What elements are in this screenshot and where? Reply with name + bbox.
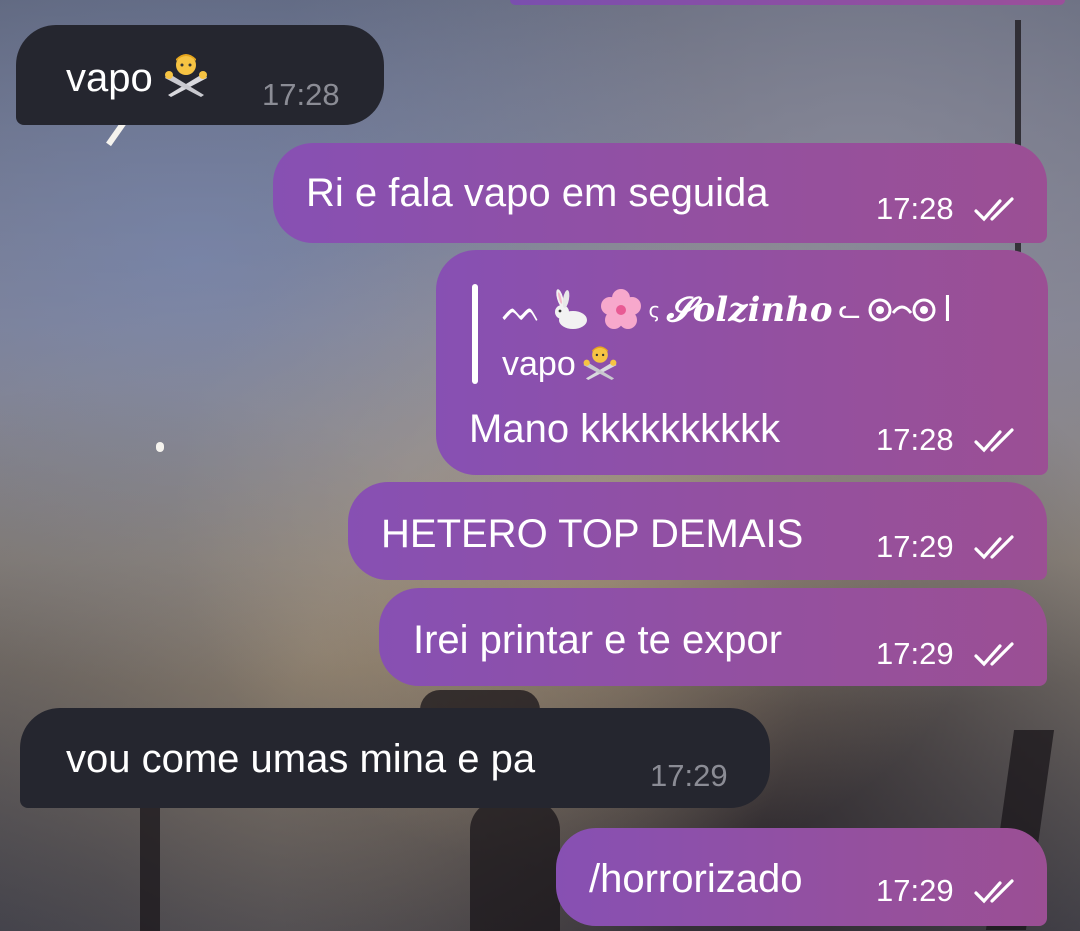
message-time: 17:28 (876, 422, 954, 457)
name-prefix-glyph: ᨓ (502, 290, 543, 330)
message-bubble-outgoing[interactable]: /horrorizado 17:29 (556, 828, 1047, 926)
message-time: 17:28 (262, 77, 340, 112)
message-time: 17:29 (650, 758, 728, 793)
message-text: vapo (66, 51, 209, 102)
person-gesturing-no-icon (164, 54, 207, 97)
message-bubble-outgoing[interactable]: HETERO TOP DEMAIS 17:29 (348, 482, 1047, 580)
read-double-check-icon (974, 642, 1014, 667)
reply-sender-name[interactable]: ᨓ ς 𝓢olzinho ᓚ ا (502, 288, 952, 332)
message-text: /horrorizado (589, 857, 803, 901)
read-double-check-icon (974, 535, 1014, 560)
message-time: 17:29 (876, 636, 954, 671)
message-text: HETERO TOP DEMAIS (381, 512, 804, 556)
name-decoration-small: ς (648, 298, 661, 322)
rabbit-icon (554, 289, 587, 329)
message-text: Ri e fala vapo em seguida (306, 171, 769, 215)
cherry-blossom-icon (600, 289, 641, 329)
read-double-check-icon (974, 428, 1014, 453)
reply-quoted-text: vapo (502, 344, 618, 384)
previous-message-edge (510, 0, 1065, 5)
cyclone-icon (868, 298, 936, 322)
reply-quote-bar (472, 284, 478, 384)
message-text: Mano kkkkkkkkkk (469, 407, 781, 451)
message-bubble-outgoing-reply[interactable]: ᨓ ς 𝓢olzinho ᓚ ا vapo Mano kkkkkkkkkk 17… (436, 250, 1048, 475)
name-decoration-hook: ᓚ (838, 295, 861, 325)
message-bubble-outgoing[interactable]: Irei printar e te expor 17:29 (379, 588, 1047, 686)
message-text: Irei printar e te expor (413, 618, 783, 662)
message-bubble-incoming[interactable]: vapo 17:28 (16, 25, 384, 125)
message-bubble-outgoing[interactable]: Ri e fala vapo em seguida 17:28 (273, 143, 1047, 243)
message-time: 17:28 (876, 191, 954, 226)
person-gesturing-no-icon (583, 346, 617, 380)
message-time: 17:29 (876, 873, 954, 908)
reply-sender-name-text: 𝓢olzinho (666, 290, 833, 330)
message-bubble-incoming[interactable]: vou come umas mina e pa 17:29 (20, 708, 770, 808)
name-suffix-glyph: ا (942, 290, 953, 330)
read-double-check-icon (974, 879, 1014, 904)
message-text: vou come umas mina e pa (66, 737, 536, 781)
read-double-check-icon (974, 197, 1014, 222)
message-time: 17:29 (876, 529, 954, 564)
